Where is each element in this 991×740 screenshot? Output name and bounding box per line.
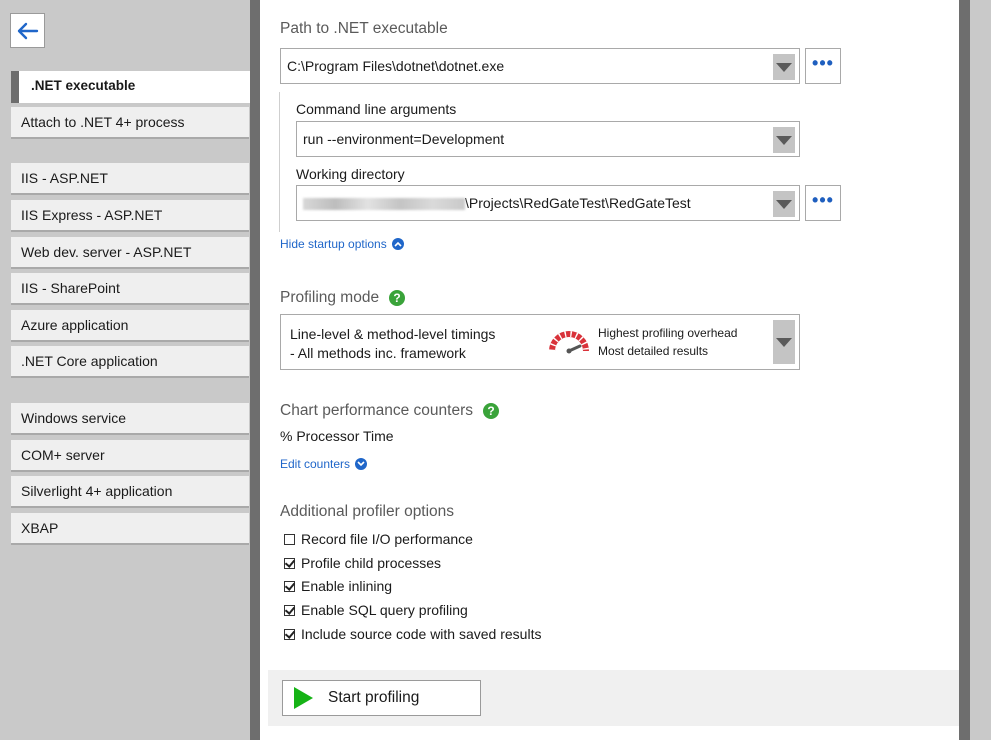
startup-options-group-line xyxy=(279,92,280,232)
checkbox[interactable] xyxy=(284,557,295,569)
chevron-up-icon xyxy=(391,238,404,250)
sidebar-item-attach-process[interactable]: Attach to .NET 4+ process xyxy=(11,107,249,139)
counters-title: Chart performance counters xyxy=(280,402,473,419)
sidebar-item-net-core[interactable]: .NET Core application xyxy=(11,346,249,378)
workdir-combo[interactable]: \Projects\RedGateTest\RedGateTest xyxy=(296,185,800,221)
args-dropdown-arrow[interactable] xyxy=(773,127,795,153)
option-record-file-io[interactable]: Record file I/O performance xyxy=(284,531,473,547)
workdir-value: \Projects\RedGateTest\RedGateTest xyxy=(465,195,691,211)
hide-startup-options-link[interactable]: Hide startup options xyxy=(280,237,404,251)
sidebar: .NET executable Attach to .NET 4+ proces… xyxy=(0,0,260,740)
sidebar-item-com-server[interactable]: COM+ server xyxy=(11,440,249,472)
args-combo[interactable]: run --environment=Development xyxy=(296,121,800,157)
option-label: Enable inlining xyxy=(301,578,393,594)
back-button[interactable] xyxy=(10,13,45,48)
profiling-mode-dropdown-arrow[interactable] xyxy=(773,320,795,364)
start-profiling-label: Start profiling xyxy=(328,689,420,706)
chevron-down-icon xyxy=(776,135,792,145)
args-label: Command line arguments xyxy=(296,101,457,117)
browse-executable-button[interactable]: ••• xyxy=(805,48,841,84)
checkbox[interactable] xyxy=(284,628,295,640)
start-profiling-button[interactable]: Start profiling xyxy=(282,680,481,716)
back-arrow-icon xyxy=(17,22,38,39)
option-label: Enable SQL query profiling xyxy=(301,602,468,618)
executable-path-value: C:\Program Files\dotnet\dotnet.exe xyxy=(287,58,505,74)
play-icon xyxy=(294,687,313,709)
sidebar-item-windows-service[interactable]: Windows service xyxy=(11,403,249,435)
executable-section-title: Path to .NET executable xyxy=(280,20,448,37)
hide-startup-options-label: Hide startup options xyxy=(280,237,387,251)
option-profile-child-processes[interactable]: Profile child processes xyxy=(284,555,441,571)
help-icon[interactable]: ? xyxy=(482,403,499,419)
ellipsis-icon: ••• xyxy=(812,190,834,210)
args-value: run --environment=Development xyxy=(303,131,505,147)
redacted-path-block xyxy=(303,198,465,211)
counters-header: Chart performance counters ? xyxy=(280,402,499,420)
sidebar-item-net-executable[interactable]: .NET executable xyxy=(11,71,260,103)
chevron-down-icon xyxy=(776,199,792,209)
footer-bar: Start profiling xyxy=(268,670,959,726)
option-include-source-code[interactable]: Include source code with saved results xyxy=(284,626,541,642)
profiling-mode-combo[interactable]: Line-level & method-level timings - All … xyxy=(280,314,800,370)
profiling-mode-header: Profiling mode ? xyxy=(280,289,406,307)
workdir-dropdown-arrow[interactable] xyxy=(773,191,795,217)
help-icon[interactable]: ? xyxy=(389,290,406,306)
sidebar-item-silverlight[interactable]: Silverlight 4+ application xyxy=(11,476,249,508)
sidebar-item-iis-express[interactable]: IIS Express - ASP.NET xyxy=(11,200,249,232)
profiling-mode-detail: Highest profiling overhead Most detailed… xyxy=(598,324,737,360)
option-label: Profile child processes xyxy=(301,555,442,571)
edit-counters-link[interactable]: Edit counters xyxy=(280,457,368,471)
main-right-border xyxy=(959,0,970,740)
profiling-detail-line1: Highest profiling overhead xyxy=(598,326,738,340)
sidebar-item-azure[interactable]: Azure application xyxy=(11,310,249,342)
executable-path-combo[interactable]: C:\Program Files\dotnet\dotnet.exe xyxy=(280,48,800,84)
edit-counters-label: Edit counters xyxy=(280,457,351,471)
option-label: Include source code with saved results xyxy=(301,626,542,642)
workdir-label: Working directory xyxy=(296,166,405,182)
checkbox[interactable] xyxy=(284,533,295,545)
checkbox[interactable] xyxy=(284,580,295,592)
sidebar-item-iis-aspnet[interactable]: IIS - ASP.NET xyxy=(11,163,249,195)
counter-value: % Processor Time xyxy=(280,428,394,444)
option-sql-query-profiling[interactable]: Enable SQL query profiling xyxy=(284,602,468,618)
right-gutter xyxy=(970,0,991,740)
option-label: Record file I/O performance xyxy=(301,531,473,547)
profiling-detail-line2: Most detailed results xyxy=(598,344,709,358)
option-enable-inlining[interactable]: Enable inlining xyxy=(284,578,392,594)
sidebar-item-web-dev-server[interactable]: Web dev. server - ASP.NET xyxy=(11,237,249,269)
chevron-down-icon xyxy=(355,458,368,470)
executable-path-dropdown-arrow[interactable] xyxy=(773,54,795,80)
sidebar-item-iis-sharepoint[interactable]: IIS - SharePoint xyxy=(11,273,249,305)
gauge-icon xyxy=(549,331,589,354)
checkbox[interactable] xyxy=(284,604,295,616)
options-title: Additional profiler options xyxy=(280,503,455,520)
profiling-mode-title: Profiling mode xyxy=(280,289,380,306)
chevron-down-icon xyxy=(776,337,792,347)
sidebar-item-xbap[interactable]: XBAP xyxy=(11,513,249,545)
ellipsis-icon: ••• xyxy=(812,53,834,73)
chevron-down-icon xyxy=(776,62,792,72)
browse-workdir-button[interactable]: ••• xyxy=(805,185,841,221)
main-panel: Path to .NET executable C:\Program Files… xyxy=(260,0,959,740)
sidebar-divider xyxy=(250,0,260,740)
